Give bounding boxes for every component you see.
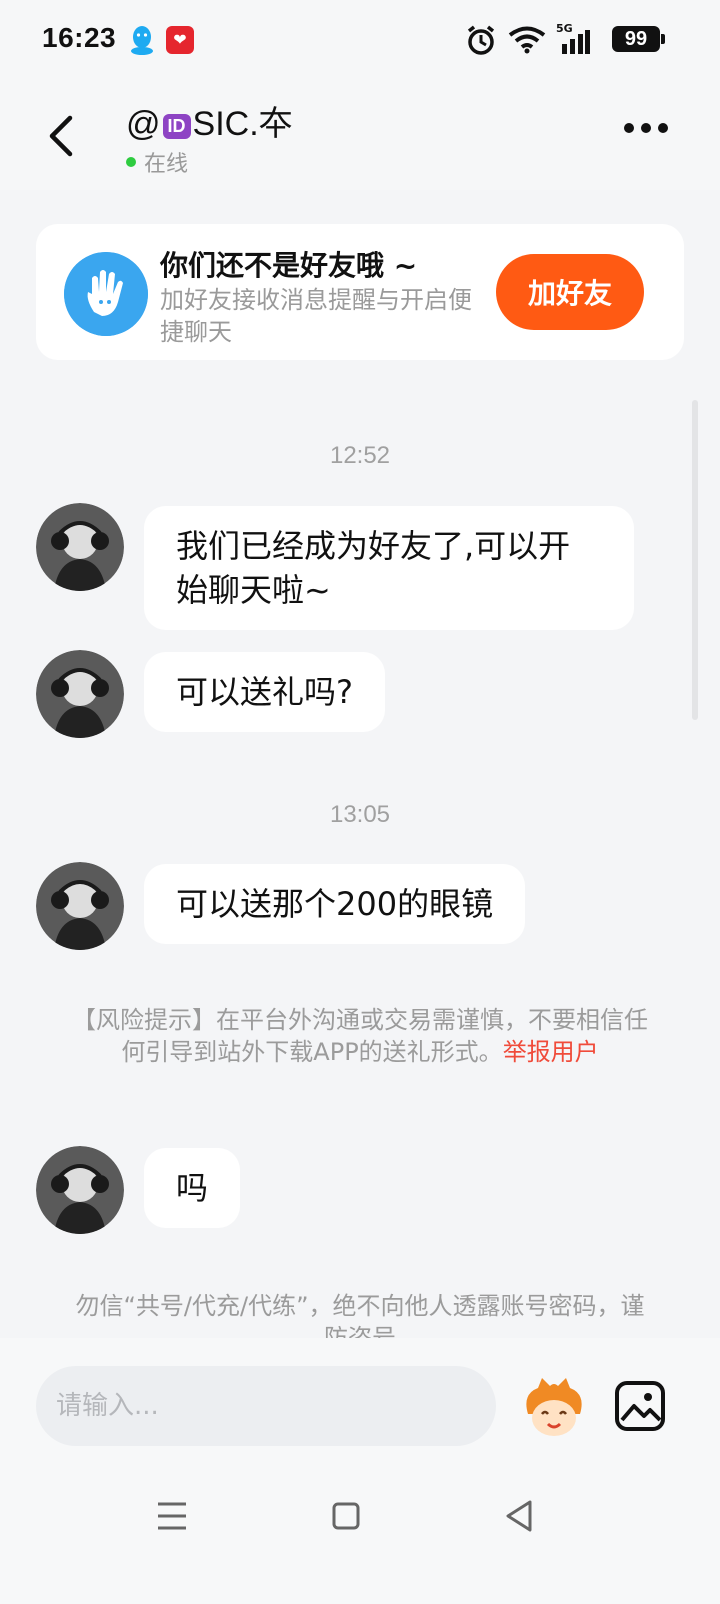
back-nav-icon[interactable] <box>490 1486 550 1546</box>
status-time: 16:23 <box>42 22 117 53</box>
battery-indicator: 99 <box>612 26 665 52</box>
risk-warning-notice: 【风险提示】在平台外沟通或交易需谨慎，不要相信任何引导到站外下载APP的送礼形式… <box>70 1004 650 1068</box>
add-friend-card: 你们还不是好友哦 ~ 加好友接收消息提醒与开启便捷聊天 加好友 <box>36 224 684 360</box>
wifi-icon <box>508 26 546 54</box>
chat-header: @ ID SIC.夲 在线 <box>0 80 720 190</box>
contact-name[interactable]: @ ID SIC.夲 <box>126 96 293 145</box>
security-notice: 勿信“共号/代充/代练”，绝不向他人透露账号密码，谨防盗号 <box>75 1292 645 1338</box>
qq-icon <box>131 26 153 55</box>
card-subtitle: 加好友接收消息提醒与开启便捷聊天 <box>160 286 472 346</box>
status-bar: 16:23 ❤ 5G 99 <box>0 0 720 80</box>
contact-avatar[interactable] <box>36 503 124 591</box>
message-bubble[interactable]: 可以送礼吗? <box>144 652 385 732</box>
contact-avatar[interactable] <box>36 1146 124 1234</box>
image-picker-icon[interactable] <box>614 1380 666 1432</box>
online-status: 在线 <box>126 146 188 178</box>
contact-avatar[interactable] <box>36 650 124 738</box>
card-title: 你们还不是好友哦 ~ <box>160 249 418 282</box>
home-nav-icon[interactable] <box>316 1486 376 1546</box>
back-arrow-icon[interactable] <box>44 114 84 158</box>
online-dot-icon <box>126 157 136 167</box>
wave-hand-icon <box>64 252 148 336</box>
online-status-text: 在线 <box>144 152 189 177</box>
message-timestamp: 13:05 <box>329 801 391 828</box>
title-suffix: SIC.夲 <box>192 105 293 143</box>
report-user-link[interactable]: 举报用户 <box>503 1038 599 1066</box>
menu-nav-icon[interactable] <box>142 1486 202 1546</box>
message-timestamp: 12:52 <box>329 442 391 469</box>
signal-icon <box>562 30 590 54</box>
title-prefix: @ <box>126 105 161 143</box>
more-options-icon[interactable] <box>622 120 670 136</box>
add-friend-button[interactable]: 加好友 <box>496 254 644 330</box>
app-notification-icon: ❤ <box>166 26 194 54</box>
message-bubble[interactable]: 吗 <box>144 1148 241 1228</box>
alarm-icon <box>467 25 495 55</box>
contact-avatar[interactable] <box>36 862 124 950</box>
scrollbar[interactable] <box>692 400 698 720</box>
message-input[interactable] <box>36 1366 496 1446</box>
emoji-sticker-icon[interactable] <box>520 1374 588 1442</box>
id-badge-icon: ID <box>162 113 191 139</box>
message-bubble[interactable]: 我们已经成为好友了,可以开始聊天啦~ <box>144 506 634 630</box>
message-bubble[interactable]: 可以送那个200的眼镜 <box>144 864 526 944</box>
input-bar <box>0 1338 720 1604</box>
